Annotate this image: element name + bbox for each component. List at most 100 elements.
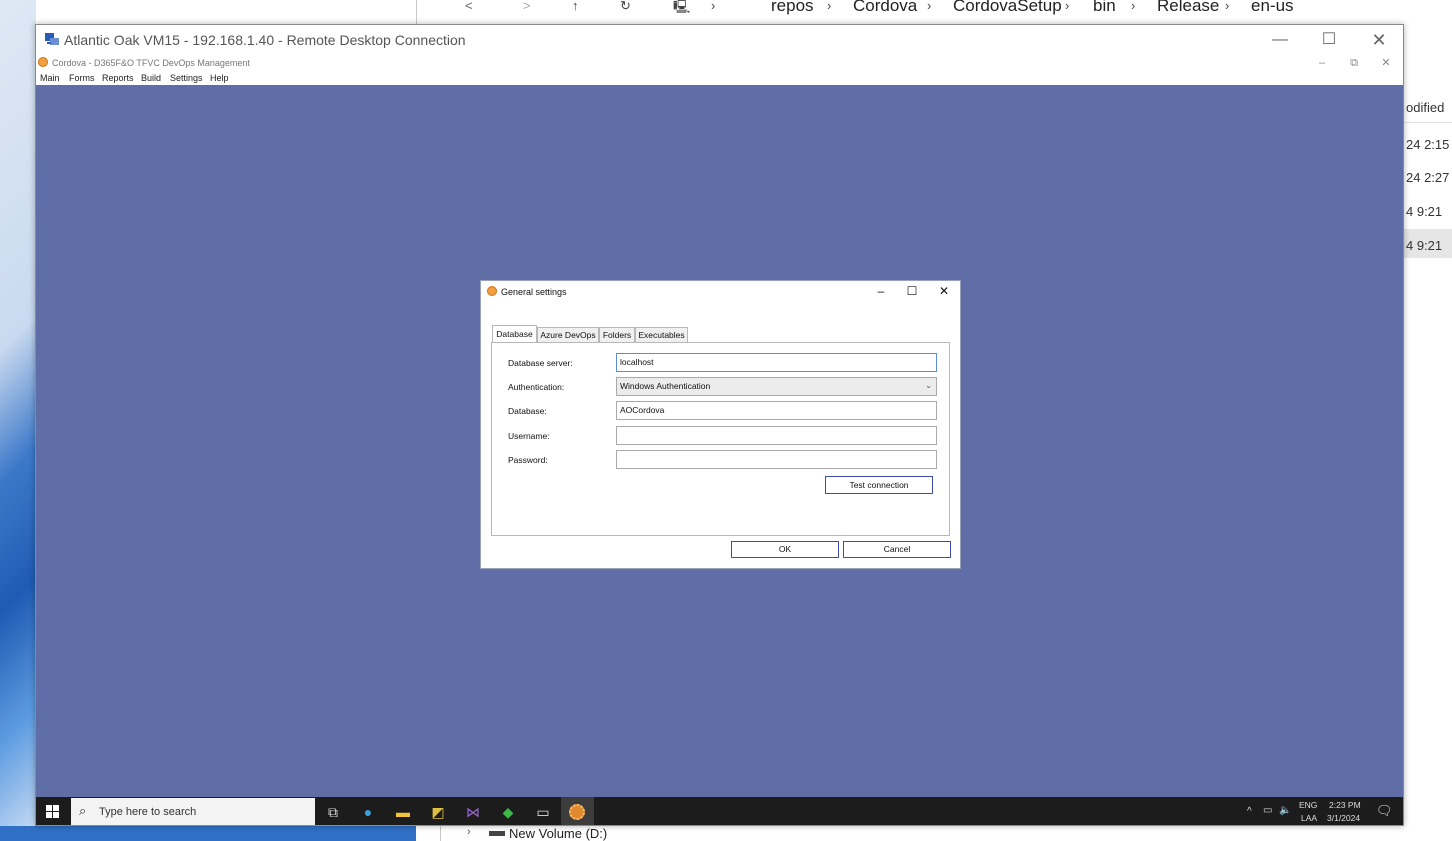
app-workspace: General settings – ☐ ✕ Database Azure De… <box>36 85 1403 797</box>
rdp-window-title: Atlantic Oak VM15 - 192.168.1.40 - Remot… <box>64 32 466 48</box>
password-input[interactable] <box>616 450 937 469</box>
app-restore-button[interactable]: ⧉ <box>1339 56 1369 70</box>
database-tab-panel: Database server: localhost Authenticatio… <box>491 342 950 536</box>
explorer-tree-item[interactable]: › New Volume (D:) <box>440 826 1452 841</box>
cordova-taskbar-button[interactable] <box>561 797 594 825</box>
remote-desktop-icon <box>45 33 59 45</box>
app-close-button[interactable]: ✕ <box>1371 56 1401 70</box>
network-icon[interactable]: ▭ <box>1263 805 1272 816</box>
dialog-minimize-button[interactable]: – <box>867 283 895 299</box>
tree-item-label: New Volume (D:) <box>509 826 608 841</box>
notifications-icon[interactable]: 🗨 <box>1376 803 1393 819</box>
windows-start-icon[interactable] <box>46 805 59 818</box>
tab-executables[interactable]: Executables <box>635 327 688 342</box>
close-button[interactable]: ✕ <box>1356 29 1402 51</box>
terminal-icon[interactable]: ▭ <box>533 803 553 821</box>
git-icon[interactable]: ◆ <box>498 803 518 821</box>
forward-icon[interactable]: > <box>523 0 531 13</box>
maximize-button[interactable]: ☐ <box>1306 29 1352 51</box>
menu-reports[interactable]: Reports <box>102 73 134 83</box>
authentication-select[interactable]: Windows Authentication ⌄ <box>616 377 937 396</box>
refresh-icon[interactable]: ↻ <box>620 0 631 14</box>
visual-studio-icon[interactable]: ⋈ <box>463 803 483 821</box>
search-icon: ⌕ <box>79 803 87 818</box>
authentication-label: Authentication: <box>508 382 565 392</box>
file-date[interactable]: 4 9:21 <box>1406 204 1442 219</box>
file-date[interactable]: 24 2:27 <box>1406 170 1449 185</box>
test-connection-button[interactable]: Test connection <box>825 476 933 494</box>
cancel-button[interactable]: Cancel <box>843 541 951 558</box>
database-label: Database: <box>508 406 547 416</box>
app-window-title: Cordova - D365F&O TFVC DevOps Management <box>52 58 250 68</box>
file-date: 4 9:21 <box>1406 238 1443 253</box>
breadcrumb-item[interactable]: repos <box>771 0 814 16</box>
breadcrumb-separator-icon: › <box>1225 0 1230 13</box>
tab-azure-devops[interactable]: Azure DevOps <box>537 327 599 342</box>
file-date[interactable]: 24 2:15 <box>1406 137 1449 152</box>
clock-date[interactable]: 3/1/2024 <box>1327 813 1360 823</box>
chevron-down-icon: ⌄ <box>925 381 932 390</box>
explorer-address-bar: < > ↑ ↻ 🖳 › repos › Cordova › CordovaSet… <box>416 0 1452 24</box>
rdp-window: Atlantic Oak VM15 - 192.168.1.40 - Remot… <box>35 24 1404 826</box>
cordova-app-icon <box>569 804 585 820</box>
app-minimize-button[interactable]: – <box>1307 56 1337 70</box>
menu-help[interactable]: Help <box>210 73 229 83</box>
menu-main[interactable]: Main <box>40 73 60 83</box>
breadcrumb-separator-icon: › <box>1131 0 1136 13</box>
database-server-input[interactable]: localhost <box>616 353 937 372</box>
app-icon[interactable]: ◩ <box>428 803 448 821</box>
keyboard-layout-indicator[interactable]: LAA <box>1301 813 1317 823</box>
menu-settings[interactable]: Settings <box>170 73 203 83</box>
tab-database[interactable]: Database <box>492 325 537 342</box>
breadcrumb-item[interactable]: CordovaSetup <box>953 0 1062 16</box>
dialog-close-button[interactable]: ✕ <box>930 283 958 299</box>
general-settings-dialog: General settings – ☐ ✕ Database Azure De… <box>480 280 961 569</box>
desktop-wallpaper-bottom <box>0 826 416 841</box>
menu-forms[interactable]: Forms <box>69 73 95 83</box>
database-server-label: Database server: <box>508 358 573 368</box>
ok-button[interactable]: OK <box>731 541 839 558</box>
back-icon[interactable]: < <box>465 0 473 13</box>
breadcrumb-separator-icon: › <box>1065 0 1070 13</box>
menu-build[interactable]: Build <box>141 73 161 83</box>
cordova-app-icon <box>38 57 48 67</box>
column-header-modified[interactable]: odified <box>1406 100 1444 115</box>
taskbar: ⌕ Type here to search ⧉ ● ▬ ◩ ⋈ ◆ ▭ ^ ▭ … <box>36 797 1403 825</box>
breadcrumb-item[interactable]: Release <box>1157 0 1219 16</box>
file-explorer-icon[interactable]: ▬ <box>393 803 413 821</box>
volume-icon[interactable]: 🔈 <box>1279 805 1291 816</box>
database-input[interactable]: AOCordova <box>616 401 937 420</box>
password-label: Password: <box>508 455 548 465</box>
app-menubar: Main Forms Reports Build Settings Help <box>36 71 1403 85</box>
taskbar-search-box[interactable]: ⌕ Type here to search <box>71 798 315 825</box>
selected-row[interactable]: 4 9:21 <box>1404 229 1452 258</box>
breadcrumb-separator-icon: › <box>927 0 932 13</box>
language-indicator[interactable]: ENG <box>1299 800 1317 810</box>
edge-icon[interactable]: ● <box>358 803 378 821</box>
breadcrumb-separator-icon: › <box>711 0 716 13</box>
username-input[interactable] <box>616 426 937 445</box>
clock-time[interactable]: 2:23 PM <box>1329 800 1361 810</box>
show-hidden-icons-icon[interactable]: ^ <box>1247 806 1252 817</box>
app-titlebar[interactable]: Cordova - D365F&O TFVC DevOps Management… <box>36 55 1403 71</box>
expand-chevron-icon[interactable]: › <box>467 826 471 838</box>
desktop-wallpaper <box>0 0 36 841</box>
username-label: Username: <box>508 431 550 441</box>
cordova-app-icon <box>487 286 497 296</box>
divider <box>1404 122 1452 123</box>
authentication-selected-value: Windows Authentication <box>620 381 711 391</box>
breadcrumb-item[interactable]: en-us <box>1251 0 1294 16</box>
rdp-titlebar[interactable]: Atlantic Oak VM15 - 192.168.1.40 - Remot… <box>36 25 1403 55</box>
breadcrumb-separator-icon: › <box>827 0 832 13</box>
dialog-title: General settings <box>501 287 567 297</box>
breadcrumb-item[interactable]: bin <box>1093 0 1116 16</box>
breadcrumb-item[interactable]: Cordova <box>853 0 917 16</box>
up-icon[interactable]: ↑ <box>572 0 579 13</box>
explorer-file-list: odified 24 2:15 24 2:27 4 9:21 4 9:21 <box>1404 24 1452 826</box>
task-view-icon[interactable]: ⧉ <box>323 803 343 821</box>
dialog-maximize-button[interactable]: ☐ <box>898 283 926 299</box>
tab-folders[interactable]: Folders <box>599 327 635 342</box>
computer-icon[interactable]: 🖳 <box>673 0 690 20</box>
minimize-button[interactable]: — <box>1257 29 1303 51</box>
taskbar-search-placeholder: Type here to search <box>99 806 197 818</box>
